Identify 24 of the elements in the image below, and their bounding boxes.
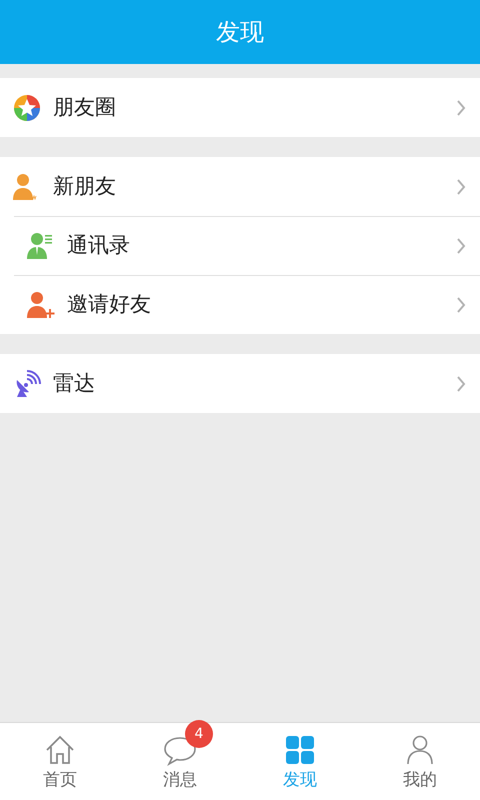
grid-icon — [285, 735, 315, 765]
chevron-icon — [456, 238, 466, 254]
menu-label: 邀请好友 — [67, 291, 152, 318]
menu-item[interactable]: 朋友圈 — [0, 78, 480, 137]
menu-item[interactable]: 雷达 — [0, 354, 480, 413]
menu-label: 新朋友 — [53, 172, 117, 200]
tab[interactable]: 4 消息 — [120, 723, 240, 800]
chevron-icon — [456, 178, 466, 194]
menu-item[interactable]: 新朋友 — [0, 157, 480, 216]
menu-label: 朋友圈 — [53, 94, 117, 121]
page-title: 发现 — [216, 17, 264, 48]
menu-label: 通讯录 — [67, 232, 131, 260]
tab[interactable]: 我的 — [360, 723, 480, 800]
tab[interactable]: 首页 — [0, 723, 120, 800]
chevron-icon — [456, 100, 466, 116]
home-icon — [44, 734, 76, 766]
chevron-icon — [456, 297, 466, 313]
menu-item[interactable]: 通讯录 — [14, 216, 480, 275]
person-icon — [405, 734, 435, 766]
add-person-icon — [26, 290, 56, 320]
unread-badge: 4 — [185, 720, 213, 748]
menu-label: 雷达 — [53, 370, 96, 397]
chevron-icon — [456, 376, 466, 392]
menu-item[interactable]: 邀请好友 — [14, 275, 480, 334]
